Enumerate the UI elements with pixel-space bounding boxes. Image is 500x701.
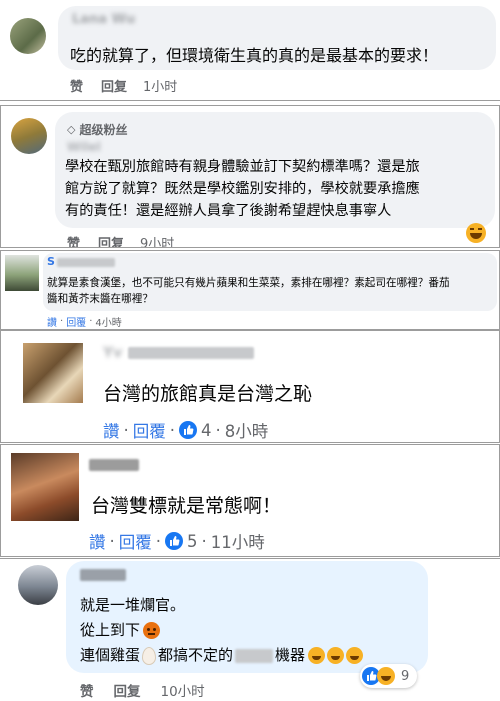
timestamp[interactable]: 4小時: [95, 314, 121, 329]
reaction-count[interactable]: 4: [201, 421, 212, 440]
comment-author[interactable]: [89, 459, 139, 471]
comment-bubble: S 就算是素食漢堡，也不可能只有幾片蘋果和生菜菜，素排在哪裡？素起司在哪裡？番茄…: [43, 253, 497, 311]
comment-line: 學校在甄別旅館時有親身體驗並訂下契約標準嗎？還是旅: [65, 159, 420, 175]
avatar[interactable]: [5, 255, 39, 291]
comment-text: 台灣雙標就是常態啊！: [91, 495, 282, 517]
separator: ·: [169, 420, 175, 440]
laughing-emoji-icon: [308, 647, 326, 664]
avatar[interactable]: [23, 343, 83, 403]
avatar[interactable]: [11, 118, 47, 154]
avatar[interactable]: [11, 453, 79, 521]
comment-actions: 赞 回复 9小时: [67, 233, 174, 247]
comment-panel-5: 台灣雙標就是常態啊！ 讚 · 回覆 · 5 · 11小時: [0, 444, 500, 557]
comment-actions: 赞 回复 10小时: [80, 680, 205, 700]
comment-author[interactable]: Lana Wu: [72, 12, 135, 27]
timestamp[interactable]: 10小时: [161, 680, 205, 700]
comment-bubble: Lana Wu 吃的就算了，但環境衛生真的真的是最基本的要求！: [58, 6, 496, 70]
timestamp[interactable]: 8小時: [225, 418, 269, 442]
reply-button[interactable]: 回复: [98, 233, 124, 247]
laughing-emoji-icon: [327, 647, 345, 664]
avatar[interactable]: [10, 18, 46, 54]
comment-line: 連個雞蛋 都搞不定的 機器: [80, 643, 364, 668]
reaction-summary[interactable]: 9: [360, 664, 418, 688]
comment-actions: 讚 · 回覆 · 4小時: [47, 314, 122, 329]
comment-author[interactable]: [80, 569, 126, 581]
timestamp[interactable]: 1小时: [143, 76, 177, 95]
reaction-count[interactable]: 5: [187, 532, 198, 551]
reply-button[interactable]: 回覆: [66, 314, 86, 329]
diamond-icon: ◇: [67, 123, 76, 136]
like-reaction-icon[interactable]: [179, 421, 197, 439]
comment-text: 台灣的旅館真是台灣之恥: [103, 383, 313, 405]
redacted-text: [235, 648, 274, 663]
comment-line: 醬和黃芥末醬在哪裡？: [47, 293, 153, 305]
like-button[interactable]: 讚: [89, 529, 106, 553]
like-button[interactable]: 赞: [80, 680, 94, 700]
separator: ·: [89, 316, 93, 327]
comment-author[interactable]: Yv: [103, 345, 255, 361]
comment-bubble: 就是一堆爛官。 從上到下 連個雞蛋 都搞不定的 機器: [66, 561, 428, 673]
timestamp[interactable]: 11小時: [211, 529, 265, 553]
reply-button[interactable]: 回复: [101, 76, 127, 95]
comment-actions: 讚 · 回覆 · 4 · 8小時: [103, 418, 268, 442]
comment-panel-1: Lana Wu 吃的就算了，但環境衛生真的真的是最基本的要求！ 赞 回复 1小时: [0, 0, 500, 101]
like-reaction-icon[interactable]: [165, 532, 183, 550]
separator: ·: [155, 531, 161, 551]
comment-line: 館方說了就算？既然是學校鑑別安排的，學校就要承擔應: [65, 181, 420, 197]
reply-button[interactable]: 回覆: [119, 529, 152, 553]
reply-button[interactable]: 回复: [114, 680, 141, 700]
like-button[interactable]: 讚: [47, 314, 57, 329]
laughing-emojis: [308, 647, 364, 664]
like-button[interactable]: 讚: [103, 418, 120, 442]
like-button[interactable]: 赞: [70, 76, 83, 95]
separator: ·: [123, 420, 129, 440]
comment-actions: 讚 · 回覆 · 5 · 11小時: [89, 529, 265, 553]
egg-emoji-icon: [142, 646, 157, 665]
comment-panel-3: S 就算是素食漢堡，也不可能只有幾片蘋果和生菜菜，素排在哪裡？素起司在哪裡？番茄…: [0, 250, 500, 330]
separator: ·: [60, 316, 64, 327]
angry-emoji-icon: [143, 622, 161, 639]
separator: ·: [201, 531, 207, 551]
comment-actions: 赞 回复 1小时: [70, 76, 177, 95]
comment-text: 學校在甄別旅館時有親身體驗並訂下契約標準嗎？還是旅 館方說了就算？既然是學校鑑別…: [65, 156, 420, 222]
comment-bubble: ◇ 超级粉丝 Wilel 學校在甄別旅館時有親身體驗並訂下契約標準嗎？還是旅 館…: [55, 112, 495, 228]
timestamp[interactable]: 9小时: [140, 233, 174, 247]
comment-line: 就是一堆爛官。: [80, 596, 186, 614]
comment-panel-4: Yv 台灣的旅館真是台灣之恥 讚 · 回覆 · 4 · 8小時: [0, 330, 500, 443]
comment-author[interactable]: S: [47, 255, 115, 268]
comment-text: 就是一堆爛官。 從上到下 連個雞蛋 都搞不定的 機器: [80, 593, 364, 668]
top-fan-badge: ◇ 超级粉丝: [67, 121, 127, 138]
comment-line: 就算是素食漢堡，也不可能只有幾片蘋果和生菜菜，素排在哪裡？素起司在哪裡？番茄: [47, 277, 450, 289]
laughing-emoji-icon: [346, 647, 364, 664]
haha-reaction-icon: [377, 667, 395, 685]
comment-line: 從上到下: [80, 618, 363, 643]
badge-label: 超级粉丝: [79, 123, 128, 137]
haha-reaction-icon[interactable]: [466, 223, 486, 243]
comment-author[interactable]: Wilel: [67, 140, 101, 154]
reaction-count: 9: [401, 668, 410, 684]
comment-text: 吃的就算了，但環境衛生真的真的是最基本的要求！: [70, 46, 439, 65]
avatar[interactable]: [18, 565, 58, 605]
comment-line: 有的責任！還是經辦人員拿了後謝希望趕快息事寧人: [65, 203, 392, 219]
like-button[interactable]: 赞: [67, 233, 80, 247]
reply-button[interactable]: 回覆: [133, 418, 166, 442]
comment-panel-2: ◇ 超级粉丝 Wilel 學校在甄別旅館時有親身體驗並訂下契約標準嗎？還是旅 館…: [0, 105, 500, 248]
comment-panel-6: 就是一堆爛官。 從上到下 連個雞蛋 都搞不定的 機器 9 赞 回复 10小时: [0, 558, 500, 701]
comment-text: 就算是素食漢堡，也不可能只有幾片蘋果和生菜菜，素排在哪裡？素起司在哪裡？番茄 醬…: [47, 275, 450, 307]
separator: ·: [109, 531, 115, 551]
separator: ·: [215, 420, 221, 440]
